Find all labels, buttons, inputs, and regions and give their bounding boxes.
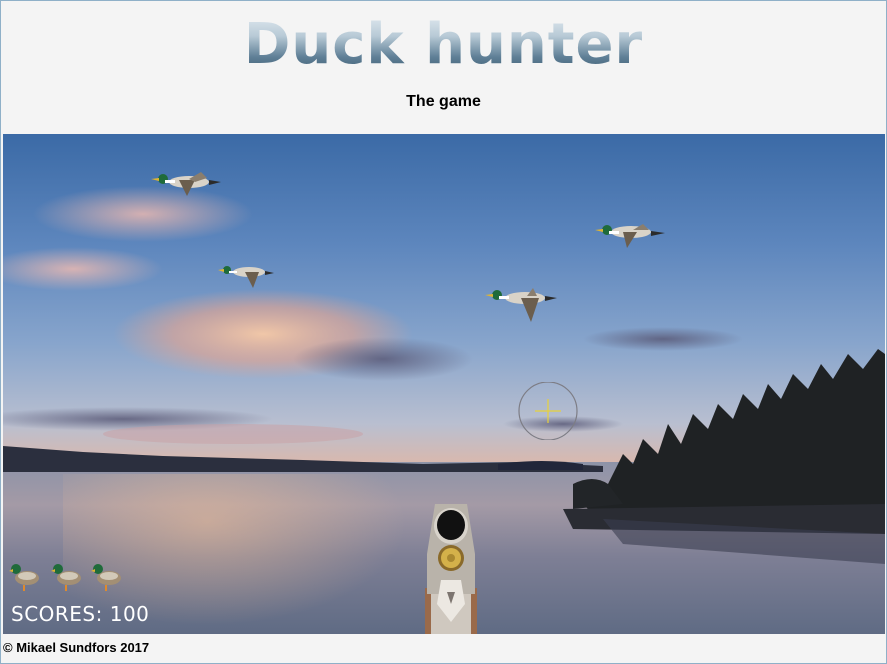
game-title: Duck hunter <box>1 15 886 75</box>
flying-duck[interactable] <box>217 262 275 290</box>
shotgun-icon <box>425 504 477 634</box>
crosshair-icon <box>518 382 578 440</box>
flying-duck[interactable] <box>149 170 223 198</box>
flying-duck[interactable] <box>593 222 667 250</box>
life-duck-icon <box>9 564 39 591</box>
game-subtitle: The game <box>406 93 481 110</box>
life-duck-icon <box>91 564 121 591</box>
game-stage[interactable]: SCORES: 100 <box>3 134 885 634</box>
page-header: Duck hunter The game <box>1 1 886 134</box>
tree-island <box>563 349 885 564</box>
copyright-footer: © Mikael Sundfors 2017 <box>3 640 150 655</box>
lives-remaining <box>7 558 137 592</box>
flying-duck[interactable] <box>483 286 559 324</box>
life-duck-icon <box>51 564 81 591</box>
score-display: SCORES: 100 <box>11 602 150 626</box>
